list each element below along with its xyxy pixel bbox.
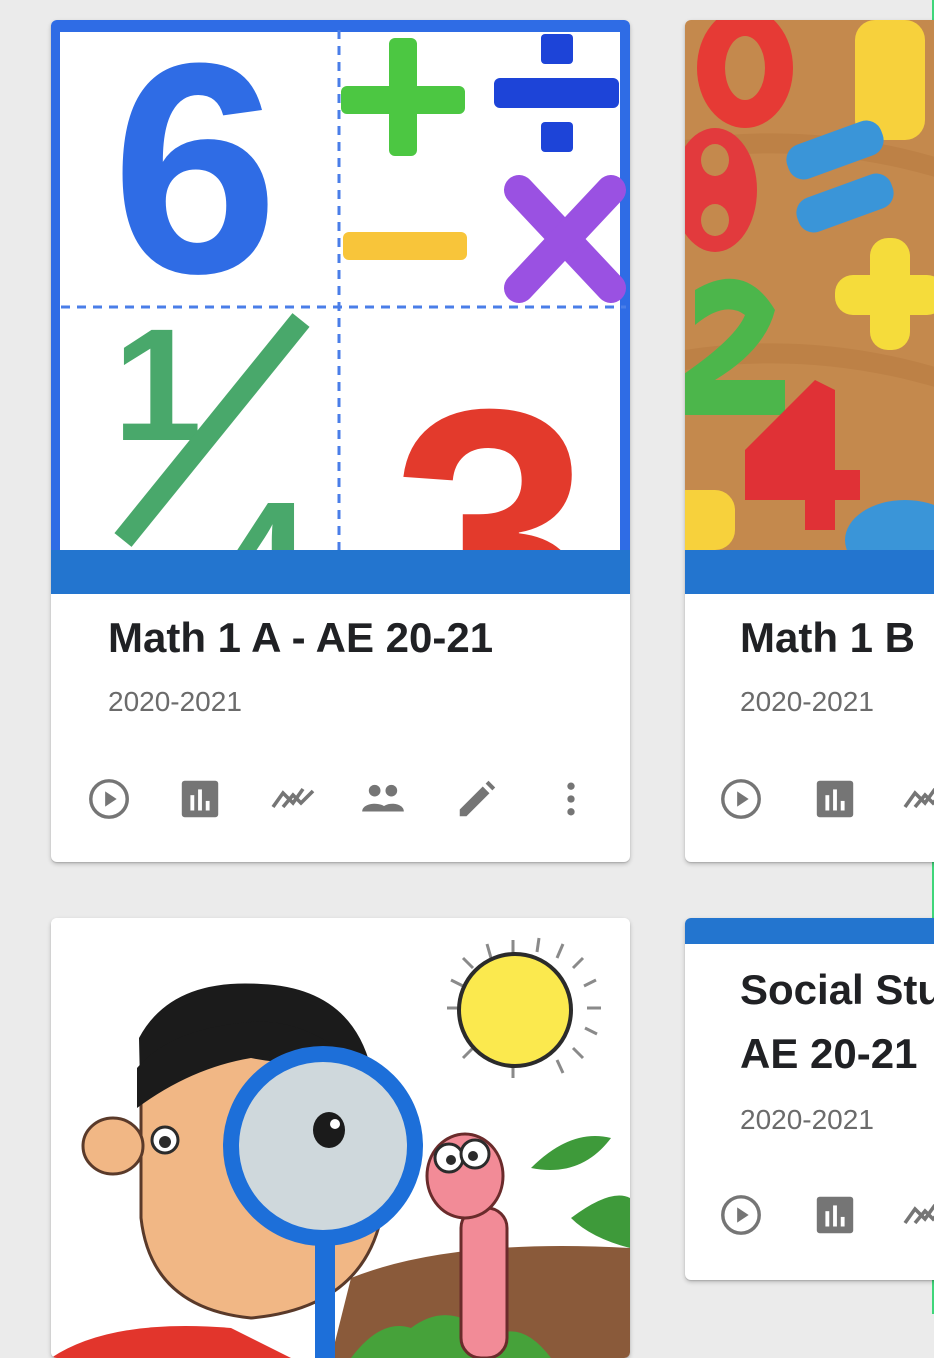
course-title-line-1[interactable]: Social Stu	[740, 962, 934, 1018]
course-term: 2020-2021	[740, 686, 874, 717]
svg-text:4: 4	[216, 467, 311, 550]
trend-icon[interactable]	[900, 1190, 934, 1240]
course-card-math-1a[interactable]: 6 1 4 3 Math 1 A - AE 20-21 2020-2021	[51, 20, 630, 862]
edit-icon[interactable]	[452, 774, 502, 824]
svg-text:6: 6	[112, 20, 279, 336]
svg-text:3: 3	[391, 335, 591, 550]
play-icon[interactable]	[84, 774, 134, 824]
course-title-line-2[interactable]: AE 20-21	[740, 1026, 917, 1082]
card-actions	[715, 1190, 934, 1240]
people-icon[interactable]	[358, 774, 408, 824]
play-icon[interactable]	[716, 774, 766, 824]
card-color-bar	[685, 918, 934, 944]
course-title[interactable]: Math 1 B	[740, 610, 915, 666]
stats-icon[interactable]	[810, 774, 860, 824]
wooden-numbers-image	[685, 20, 934, 550]
math-symbols-image: 6 1 4 3	[51, 20, 630, 550]
play-icon[interactable]	[716, 1190, 766, 1240]
more-vert-icon[interactable]	[546, 774, 596, 824]
card-color-bar	[51, 550, 630, 594]
card-actions	[715, 774, 934, 824]
trend-icon[interactable]	[268, 774, 318, 824]
course-term: 2020-2021	[740, 1104, 874, 1135]
course-card-social-studies[interactable]: Social Stu AE 20-21 2020-2021	[685, 918, 934, 1280]
trend-icon[interactable]	[900, 774, 934, 824]
course-card-math-1b[interactable]: Math 1 B 2020-2021	[685, 20, 934, 862]
boy-magnifier-image	[51, 918, 630, 1358]
card-color-bar	[685, 550, 934, 594]
course-card-science[interactable]	[51, 918, 630, 1358]
course-term: 2020-2021	[108, 686, 242, 717]
card-actions	[83, 774, 623, 824]
course-title[interactable]: Math 1 A - AE 20-21	[108, 610, 493, 666]
stats-icon[interactable]	[175, 774, 225, 824]
stats-icon[interactable]	[810, 1190, 860, 1240]
